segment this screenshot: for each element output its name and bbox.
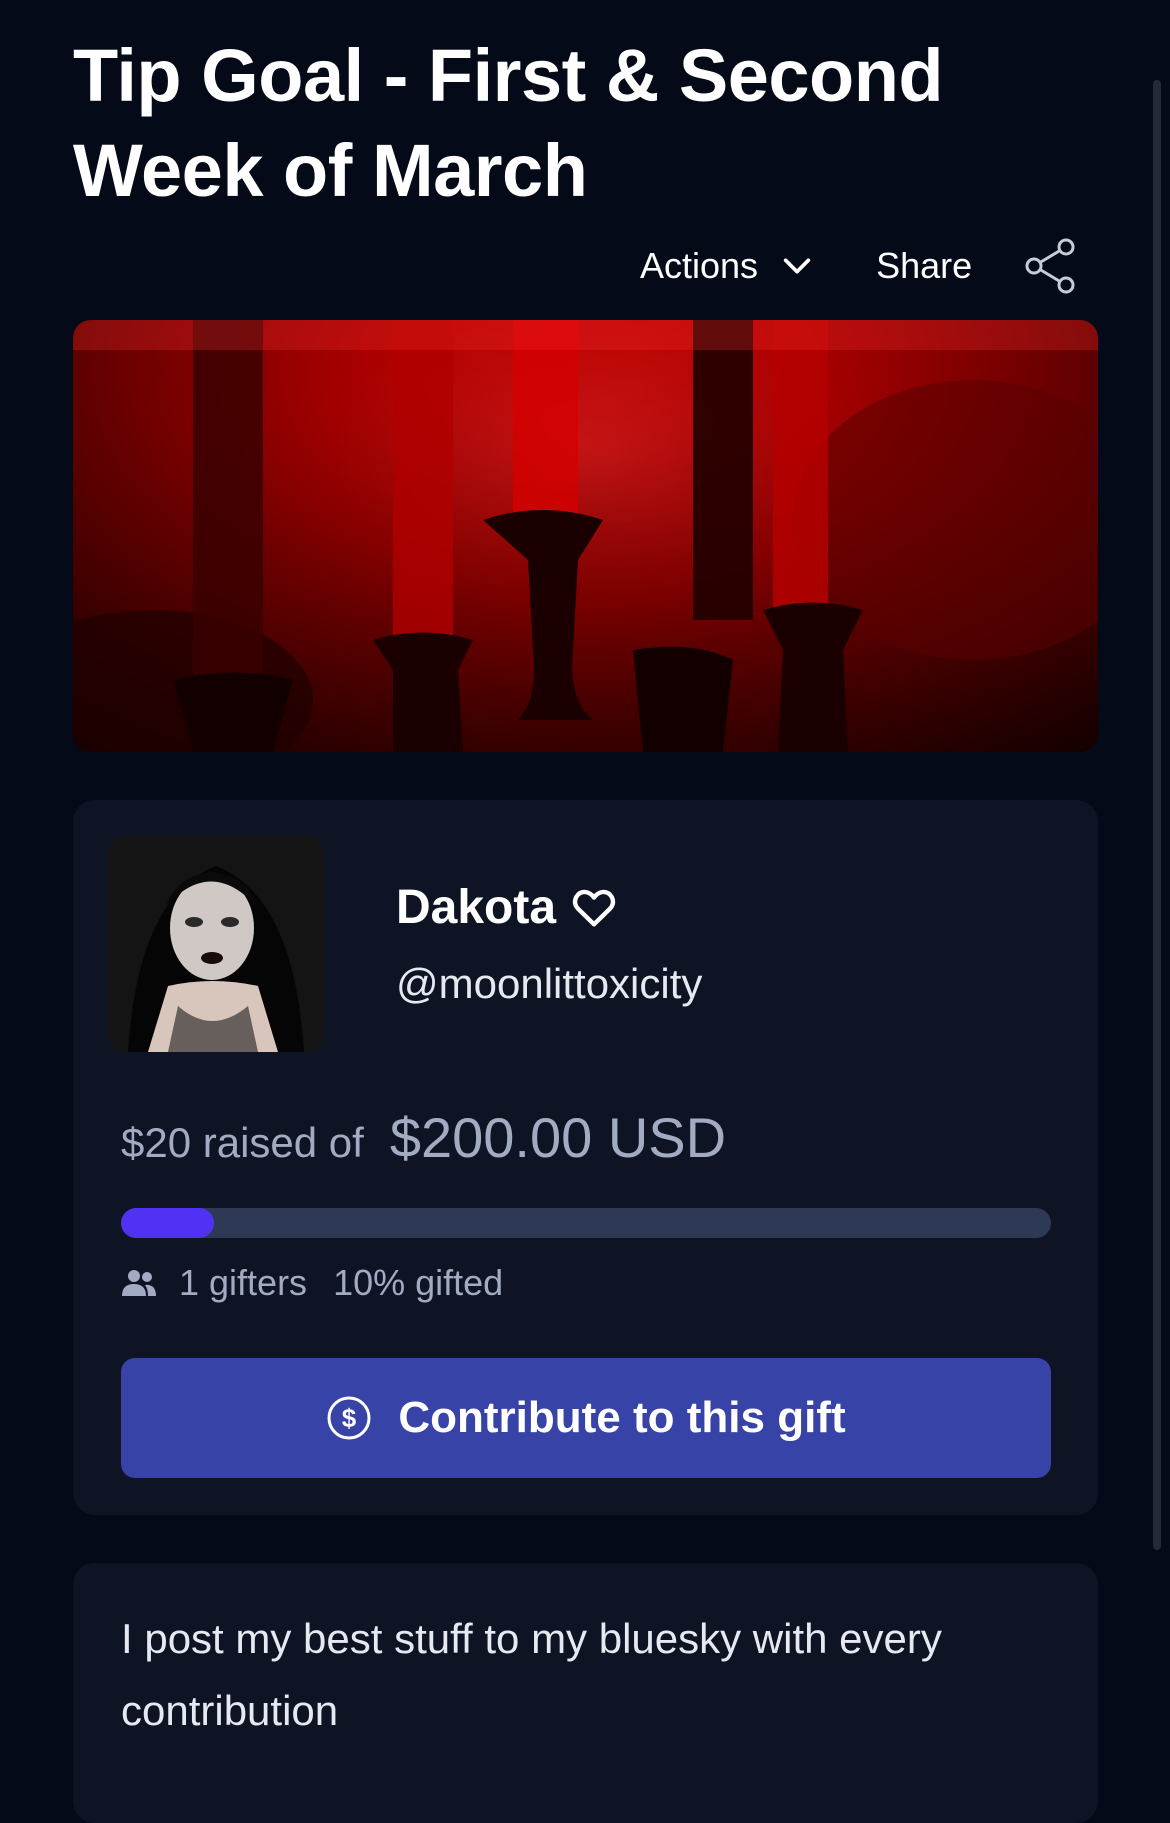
description-text: I post my best stuff to my bluesky with …: [121, 1615, 942, 1734]
hero-image: [73, 320, 1098, 752]
raised-summary: $20 raised of $200.00 USD: [121, 1105, 726, 1170]
creator-name-text: Dakota: [396, 881, 557, 934]
candles-illustration: [73, 320, 1098, 752]
actions-label: Actions: [640, 245, 759, 286]
scrollbar[interactable]: [1153, 80, 1161, 1550]
chevron-down-icon: [783, 258, 811, 274]
contribute-button[interactable]: $ Contribute to this gift: [121, 1358, 1051, 1478]
share-button[interactable]: Share: [876, 245, 972, 287]
svg-text:$: $: [342, 1403, 357, 1433]
description-card: I post my best stuff to my bluesky with …: [73, 1563, 1098, 1823]
avatar-photo: [108, 836, 324, 1052]
actions-dropdown[interactable]: Actions: [640, 245, 814, 287]
page-title: Tip Goal - First & Second Week of March: [73, 34, 944, 212]
users-icon: [122, 1270, 156, 1296]
gifted-percent: 10% gifted: [333, 1262, 504, 1303]
raised-amount: $20 raised of: [121, 1119, 364, 1166]
toolbar: Actions Share: [640, 236, 1100, 296]
contribute-label: Contribute to this gift: [398, 1393, 846, 1442]
gift-card: Dakota @moonlittoxicity $20 raised of $2…: [73, 800, 1098, 1515]
share-icon[interactable]: [1024, 238, 1076, 294]
goal-amount: $200.00 USD: [389, 1106, 727, 1169]
progress-bar: [121, 1208, 1051, 1238]
gift-stats: 1 gifters 10% gifted: [121, 1262, 503, 1304]
creator-handle[interactable]: @moonlittoxicity: [396, 960, 702, 1008]
gifters-count: 1 gifters: [179, 1262, 308, 1303]
creator-name[interactable]: Dakota: [396, 880, 616, 935]
heart-icon[interactable]: [572, 888, 616, 928]
dollar-circle-icon: $: [327, 1396, 371, 1440]
avatar[interactable]: [108, 836, 324, 1052]
progress-fill: [121, 1208, 214, 1238]
